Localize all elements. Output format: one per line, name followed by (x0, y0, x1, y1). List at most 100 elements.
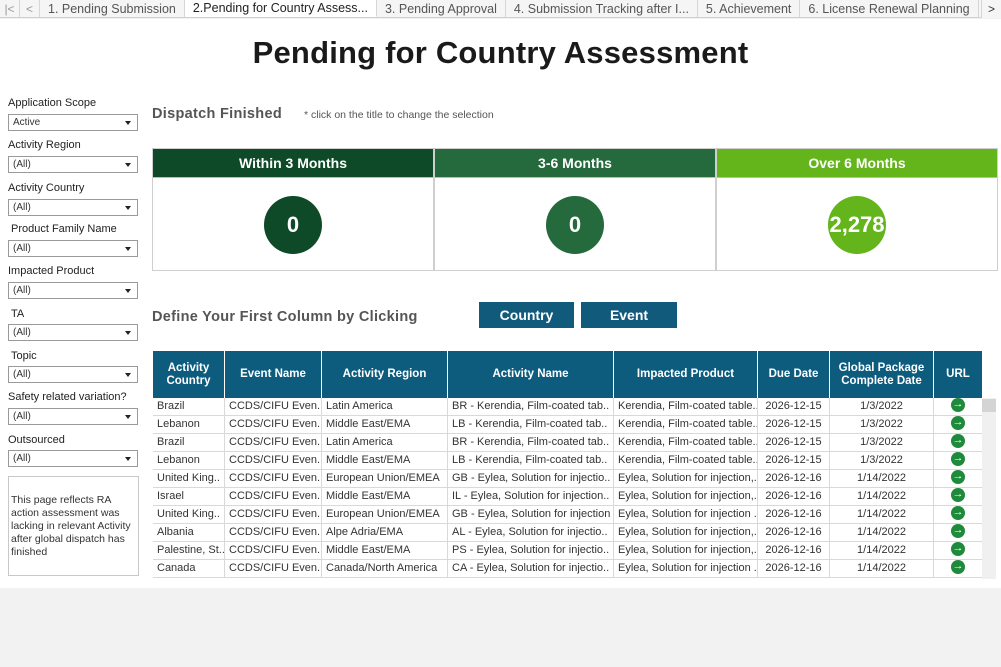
arrow-right-circle-icon[interactable] (951, 524, 965, 539)
table-cell: CCDS/CIFU Even.. (225, 506, 322, 523)
dispatch-section-title[interactable]: Dispatch Finished (152, 106, 282, 122)
filter-activity-region-select[interactable]: (All) (8, 156, 138, 173)
event-button[interactable]: Event (581, 302, 677, 328)
filter-impacted-product-select[interactable]: (All) (8, 282, 138, 299)
column-header[interactable]: Activity Name (448, 351, 614, 398)
table-cell: Israel (153, 488, 225, 505)
tab-pending-submission[interactable]: 1. Pending Submission (40, 0, 185, 17)
filter-label-activity-region: Activity Region (8, 139, 81, 151)
column-header[interactable]: Activity Region (322, 351, 448, 398)
table-cell: European Union/EMEA (322, 506, 448, 523)
arrow-right-circle-icon[interactable] (951, 452, 965, 467)
kpi-body: 0 (153, 177, 433, 270)
table-row[interactable]: Israel CCDS/CIFU Even.. Middle East/EMA IL … (153, 488, 982, 506)
url-cell (934, 506, 982, 523)
filter-outsourced-select[interactable]: (All) (8, 450, 138, 467)
table-cell: United King.. (153, 470, 225, 487)
table-cell: 1/14/2022 (830, 470, 934, 487)
filter-label-impacted-product: Impacted Product (8, 265, 95, 277)
country-button[interactable]: Country (479, 302, 574, 328)
table-cell: Middle East/EMA (322, 416, 448, 433)
arrow-right-circle-icon[interactable] (951, 488, 965, 503)
arrow-right-circle-icon[interactable] (951, 434, 965, 449)
arrow-right-circle-icon[interactable] (951, 506, 965, 521)
table-cell: Brazil (153, 398, 225, 415)
column-header[interactable]: Global Package Complete Date (830, 351, 934, 398)
dashboard-canvas: Pending for Country Assessment Applicati… (0, 19, 1001, 588)
filter-label-activity-country: Activity Country (8, 182, 85, 194)
tab-next-icon[interactable]: > (981, 0, 1001, 18)
table-scroll-thumb[interactable] (982, 399, 996, 412)
tab-submission-tracking[interactable]: 4. Submission Tracking after I... (506, 0, 698, 17)
table-row[interactable]: Palestine, St.. CCDS/CIFU Even.. Middle Ea… (153, 542, 982, 560)
table-cell: PS - Eylea, Solution for injectio.. (448, 542, 614, 559)
tab-pending-approval[interactable]: 3. Pending Approval (377, 0, 506, 17)
url-cell (934, 416, 982, 433)
kpi-3-6-months[interactable]: 3-6 Months 0 (434, 148, 716, 271)
filter-activity-country-select[interactable]: (All) (8, 199, 138, 216)
table-cell: BR - Kerendia, Film-coated tab.. (448, 398, 614, 415)
table-cell: Middle East/EMA (322, 542, 448, 559)
table-cell: CCDS/CIFU Even.. (225, 452, 322, 469)
table-cell: Kerendia, Film-coated table.. (614, 452, 758, 469)
table-cell: 2026-12-16 (758, 488, 830, 505)
filter-ta-select[interactable]: (All) (8, 324, 138, 341)
dispatch-hint: * click on the title to change the selec… (304, 109, 494, 121)
table-cell: CCDS/CIFU Even.. (225, 560, 322, 577)
tab-scroll-left-icon[interactable]: |< (0, 0, 20, 17)
tab-bar: |< < 1. Pending Submission 2.Pending for… (0, 0, 1001, 18)
table-row[interactable]: Albania CCDS/CIFU Even.. Alpe Adria/EMA AL … (153, 524, 982, 542)
table-cell: 2026-12-16 (758, 542, 830, 559)
column-header[interactable]: Activity Country (153, 351, 225, 398)
table-cell: Canada/North America (322, 560, 448, 577)
kpi-over-6-months[interactable]: Over 6 Months 2,278 (716, 148, 998, 271)
column-header[interactable]: Due Date (758, 351, 830, 398)
table-cell: 2026-12-15 (758, 452, 830, 469)
kpi-within-3-months[interactable]: Within 3 Months 0 (152, 148, 434, 271)
table-row[interactable]: Brazil CCDS/CIFU Even.. Latin America BR - … (153, 434, 982, 452)
table-cell: 1/14/2022 (830, 488, 934, 505)
kpi-body: 2,278 (717, 177, 997, 270)
tab-pending-country-assessment[interactable]: 2.Pending for Country Assess... (184, 0, 377, 17)
filter-product-family-select[interactable]: (All) (8, 240, 138, 257)
page-note: This page reflects RA action assessment … (8, 476, 139, 576)
table-cell: Latin America (322, 398, 448, 415)
table-row[interactable]: Lebanon CCDS/CIFU Even.. Middle East/EMA LB… (153, 452, 982, 470)
filter-value: (All) (13, 453, 31, 464)
table-cell: 1/3/2022 (830, 398, 934, 415)
table-cell: Eylea, Solution for injection,.. (614, 542, 758, 559)
table-row[interactable]: United King.. CCDS/CIFU Even.. European Un… (153, 506, 982, 524)
filter-topic-select[interactable]: (All) (8, 366, 138, 383)
table-scrollbar[interactable] (982, 398, 996, 579)
table-cell: 2026-12-16 (758, 524, 830, 541)
table-row[interactable]: United King.. CCDS/CIFU Even.. European Un… (153, 470, 982, 488)
table-row[interactable]: Canada CCDS/CIFU Even.. Canada/North Ameri… (153, 560, 982, 578)
arrow-right-circle-icon[interactable] (951, 560, 965, 575)
tab-prev-icon[interactable]: < (20, 0, 40, 17)
table-cell: Alpe Adria/EMA (322, 524, 448, 541)
column-header[interactable]: Impacted Product (614, 351, 758, 398)
filter-label-product-family: Product Family Name (11, 223, 117, 235)
table-cell: Lebanon (153, 416, 225, 433)
table-cell: Kerendia, Film-coated table.. (614, 416, 758, 433)
table-row[interactable]: Brazil CCDS/CIFU Even.. Latin America BR - … (153, 398, 982, 416)
chevron-down-icon (125, 163, 131, 167)
table-cell: Eylea, Solution for injection .. (614, 560, 758, 577)
chevron-down-icon (125, 206, 131, 210)
column-header[interactable]: URL (934, 351, 982, 398)
filter-safety-variation-select[interactable]: (All) (8, 408, 138, 425)
filter-value: (All) (13, 285, 31, 296)
table-cell: CCDS/CIFU Even.. (225, 524, 322, 541)
table-row[interactable]: Lebanon CCDS/CIFU Even.. Middle East/EMA LB… (153, 416, 982, 434)
arrow-right-circle-icon[interactable] (951, 542, 965, 557)
table-cell: CCDS/CIFU Even.. (225, 416, 322, 433)
tab-license-renewal[interactable]: 6. License Renewal Planning (800, 0, 979, 17)
arrow-right-circle-icon[interactable] (951, 416, 965, 431)
url-cell (934, 434, 982, 451)
column-header[interactable]: Event Name (225, 351, 322, 398)
arrow-right-circle-icon[interactable] (951, 470, 965, 485)
arrow-right-circle-icon[interactable] (951, 398, 965, 413)
table-cell: 1/3/2022 (830, 434, 934, 451)
filter-application-scope-select[interactable]: Active (8, 114, 138, 131)
tab-achievement[interactable]: 5. Achievement (698, 0, 801, 17)
